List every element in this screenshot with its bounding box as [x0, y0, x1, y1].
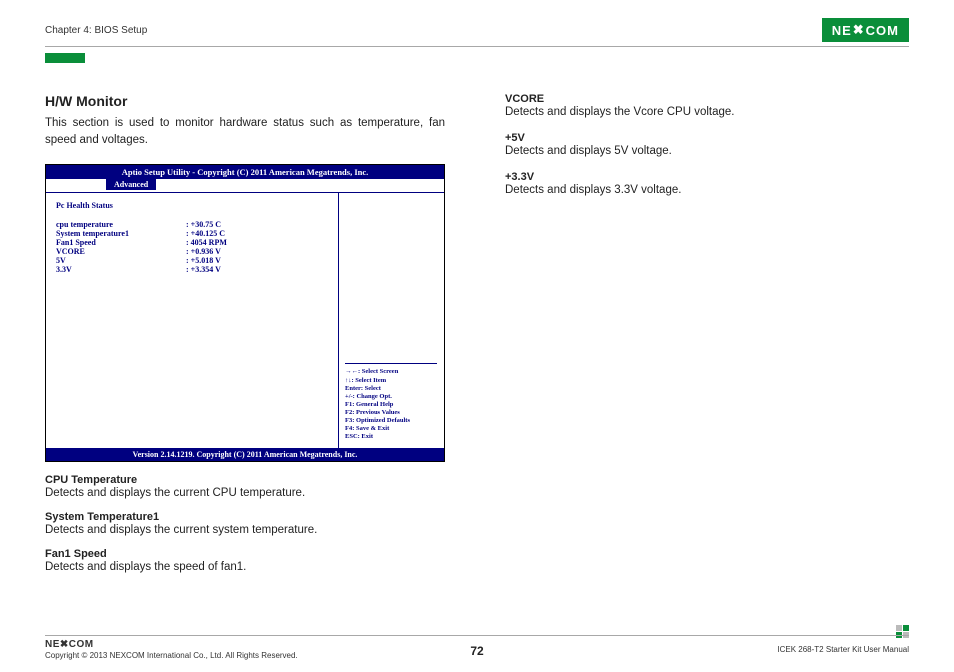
bios-help-line: F1: General Help — [345, 401, 437, 409]
accent-tab — [45, 53, 85, 63]
field-block: VCOREDetects and displays the Vcore CPU … — [505, 93, 865, 118]
bios-help-line: +/-: Change Opt. — [345, 393, 437, 401]
field-title: Fan1 Speed — [45, 548, 445, 560]
bios-row-label: Fan1 Speed — [56, 238, 186, 247]
bios-tab-row: Advanced — [46, 179, 444, 193]
bios-row-value: : +0.936 V — [186, 247, 221, 256]
bios-row-label: 5V — [56, 256, 186, 265]
bios-row-value: : +3.354 V — [186, 265, 221, 274]
field-title: +5V — [505, 132, 865, 144]
bios-row-label: VCORE — [56, 247, 186, 256]
bios-help-line: ↑↓: Select Item — [345, 377, 437, 385]
bios-tab-advanced: Advanced — [106, 179, 156, 190]
logo-top: NE✖COM — [822, 18, 909, 42]
bios-right-panel: →←: Select Screen↑↓: Select ItemEnter: S… — [339, 193, 444, 448]
field-desc: Detects and displays the Vcore CPU volta… — [505, 106, 865, 118]
header-bar: Chapter 4: BIOS Setup NE✖COM — [45, 18, 909, 47]
bios-left-panel: Pc Health Status cpu temperature: +30.75… — [46, 193, 339, 448]
bios-footer: Version 2.14.1219. Copyright (C) 2011 Am… — [46, 448, 444, 461]
bios-row: 3.3V: +3.354 V — [56, 265, 328, 274]
bios-screenshot: Aptio Setup Utility - Copyright (C) 2011… — [45, 164, 445, 462]
chapter-label: Chapter 4: BIOS Setup — [45, 25, 147, 36]
bios-row: System temperature1: +40.125 C — [56, 229, 328, 238]
bios-help-line: →←: Select Screen — [345, 368, 437, 376]
section-intro: This section is used to monitor hardware… — [45, 115, 445, 150]
field-desc: Detects and displays the current system … — [45, 524, 445, 536]
bios-help-line: Enter: Select — [345, 385, 437, 393]
page-number: 72 — [470, 644, 483, 658]
field-block: System Temperature1Detects and displays … — [45, 511, 445, 536]
footer-logo: NE✖COM — [45, 639, 298, 650]
bios-row-label: 3.3V — [56, 265, 186, 274]
bios-row-label: cpu temperature — [56, 220, 186, 229]
bios-status-header: Pc Health Status — [56, 201, 328, 210]
field-block: CPU TemperatureDetects and displays the … — [45, 474, 445, 499]
field-title: +3.3V — [505, 171, 865, 183]
bios-help-line: F3: Optimized Defaults — [345, 417, 437, 425]
field-block: Fan1 SpeedDetects and displays the speed… — [45, 548, 445, 573]
field-title: VCORE — [505, 93, 865, 105]
bios-row: Fan1 Speed: 4054 RPM — [56, 238, 328, 247]
field-desc: Detects and displays 3.3V voltage. — [505, 184, 865, 196]
footer-copyright: Copyright © 2013 NEXCOM International Co… — [45, 651, 298, 660]
field-block: +3.3VDetects and displays 3.3V voltage. — [505, 171, 865, 196]
logo-x-icon: ✖ — [852, 22, 866, 38]
field-desc: Detects and displays the speed of fan1. — [45, 561, 445, 573]
bios-row: cpu temperature: +30.75 C — [56, 220, 328, 229]
bios-row: 5V: +5.018 V — [56, 256, 328, 265]
field-block: +5VDetects and displays 5V voltage. — [505, 132, 865, 157]
bios-title: Aptio Setup Utility - Copyright (C) 2011… — [46, 165, 444, 179]
bios-row: VCORE: +0.936 V — [56, 247, 328, 256]
field-title: CPU Temperature — [45, 474, 445, 486]
field-desc: Detects and displays 5V voltage. — [505, 145, 865, 157]
bios-help-line: ESC: Exit — [345, 433, 437, 441]
bios-help-line: F4: Save & Exit — [345, 425, 437, 433]
field-desc: Detects and displays the current CPU tem… — [45, 487, 445, 499]
section-title: H/W Monitor — [45, 93, 445, 109]
bios-row-value: : 4054 RPM — [186, 238, 227, 247]
bios-help-line: F2: Previous Values — [345, 409, 437, 417]
field-title: System Temperature1 — [45, 511, 445, 523]
bios-help-box: →←: Select Screen↑↓: Select ItemEnter: S… — [345, 363, 437, 441]
footer-manual: ICEK 268-T2 Starter Kit User Manual — [777, 645, 909, 654]
bios-row-value: : +30.75 C — [186, 220, 221, 229]
bios-row-value: : +40.125 C — [186, 229, 225, 238]
bios-row-label: System temperature1 — [56, 229, 186, 238]
bios-row-value: : +5.018 V — [186, 256, 221, 265]
